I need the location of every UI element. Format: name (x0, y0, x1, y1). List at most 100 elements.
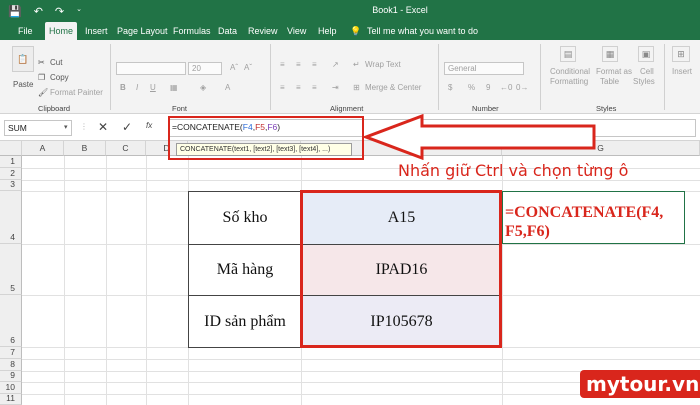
row-header[interactable]: 6 (0, 295, 22, 347)
decrease-decimal-icon[interactable]: 0→ (516, 83, 528, 92)
tab-formulas[interactable]: Formulas (169, 22, 215, 40)
increase-decimal-icon[interactable]: ←0 (500, 83, 512, 92)
copy-button[interactable]: Copy (50, 73, 69, 82)
enter-icon[interactable]: ✓ (122, 120, 132, 134)
tell-me-box[interactable]: Tell me what you want to do (367, 22, 478, 40)
insert-function-icon[interactable]: fx (146, 121, 152, 130)
gridline (146, 156, 147, 405)
font-size-select[interactable]: 20 (188, 62, 222, 75)
column-header-a[interactable]: A (22, 141, 64, 156)
separator (540, 44, 541, 110)
arrow-annotation (362, 114, 596, 160)
italic-button[interactable]: I (136, 83, 138, 92)
insert-cells-button[interactable]: Insert (672, 67, 692, 76)
instruction-annotation: Nhấn giữ Ctrl và chọn từng ô (398, 161, 629, 180)
cell-label[interactable]: Cell (640, 67, 654, 76)
borders-icon[interactable]: ▦ (170, 83, 178, 92)
cell-e4[interactable]: Số kho (188, 191, 302, 245)
merge-icon[interactable]: ⊞ (353, 83, 360, 92)
copy-icon[interactable]: ❐ (38, 73, 45, 82)
row-number: 5 (10, 283, 15, 293)
table-label[interactable]: Table (600, 77, 619, 86)
wrap-text-button[interactable]: Wrap Text (365, 60, 401, 69)
format-as-label[interactable]: Format as (596, 67, 632, 76)
ribbon: 📋 Paste ✂ Cut ❐ Copy 🖌 Format Painter Cl… (0, 40, 700, 114)
separator (438, 44, 439, 110)
align-middle-icon[interactable]: ≡ (296, 60, 301, 69)
name-box[interactable]: SUM (4, 120, 72, 136)
tab-file[interactable]: File (14, 22, 37, 40)
cut-icon[interactable]: ✂ (38, 58, 45, 67)
format-painter-icon[interactable]: 🖌 (38, 88, 48, 97)
indent-icon[interactable]: ⇥ (332, 83, 339, 92)
underline-button[interactable]: U (150, 83, 156, 92)
separator (664, 44, 665, 110)
column-header-c[interactable]: C (106, 141, 146, 156)
bold-button[interactable]: B (120, 83, 126, 92)
percent-button[interactable]: % (468, 83, 475, 92)
cell-e6[interactable]: ID sản phẩm (188, 295, 302, 348)
tab-data[interactable]: Data (214, 22, 241, 40)
formatting-label[interactable]: Formatting (550, 77, 588, 86)
row-header[interactable]: 7 (0, 347, 22, 359)
fill-color-icon[interactable]: ◈ (200, 83, 206, 92)
cancel-icon[interactable]: ✕ (98, 120, 108, 134)
ribbon-tabs: File Home Insert Page Layout Formulas Da… (0, 22, 700, 40)
tab-view[interactable]: View (283, 22, 310, 40)
cell-styles-icon[interactable]: ▣ (638, 46, 654, 62)
tooltip-text: CONCATENATE(text1, [text2], [text3], [te… (180, 146, 331, 153)
styles-button-label[interactable]: Styles (633, 77, 655, 86)
drag-handle-icon: ⋮ (80, 122, 88, 131)
row-header[interactable]: 3 (0, 179, 22, 191)
decrease-font-icon[interactable]: Aˇ (244, 63, 252, 72)
font-color-icon[interactable]: A (225, 83, 230, 92)
row-number: 2 (10, 168, 15, 178)
row-header[interactable]: 9 (0, 370, 22, 382)
row-header[interactable]: 5 (0, 244, 22, 295)
align-center-icon[interactable]: ≡ (296, 83, 301, 92)
number-group-label: Number (472, 104, 499, 113)
wrap-text-icon[interactable]: ↵ (353, 60, 360, 69)
row-header[interactable]: 11 (0, 393, 22, 405)
window-title: Book1 - Excel (372, 5, 428, 15)
orientation-icon[interactable]: ↗ (332, 60, 339, 69)
tab-page-layout[interactable]: Page Layout (113, 22, 172, 40)
tab-insert[interactable]: Insert (81, 22, 112, 40)
row-header[interactable]: 4 (0, 191, 22, 244)
currency-button[interactable]: $ (448, 83, 452, 92)
select-all-corner[interactable] (0, 141, 22, 156)
format-as-table-icon[interactable]: ▦ (602, 46, 618, 62)
row-number: 4 (10, 232, 15, 242)
number-format-select[interactable]: General (444, 62, 524, 75)
font-group-label: Font (172, 104, 188, 113)
gridline (64, 156, 65, 405)
comma-button[interactable]: 9 (486, 83, 490, 92)
tab-home[interactable]: Home (45, 22, 78, 40)
cut-button[interactable]: Cut (50, 58, 62, 67)
clipboard-group-label: Clipboard (38, 104, 71, 113)
align-left-icon[interactable]: ≡ (280, 83, 285, 92)
merge-center-button[interactable]: Merge & Center (365, 83, 421, 92)
paste-button[interactable]: Paste (13, 80, 33, 89)
cell-e5[interactable]: Mã hàng (188, 244, 302, 296)
align-bottom-icon[interactable]: ≡ (312, 60, 317, 69)
row-header[interactable]: 1 (0, 156, 22, 168)
format-painter-button[interactable]: Format Painter (50, 88, 103, 97)
paste-icon[interactable]: 📋 (12, 46, 34, 72)
increase-font-icon[interactable]: Aˆ (230, 63, 238, 72)
align-right-icon[interactable]: ≡ (312, 83, 317, 92)
row-number: 7 (10, 347, 15, 357)
tab-help[interactable]: Help (314, 22, 341, 40)
gridline (22, 359, 700, 360)
tab-review[interactable]: Review (244, 22, 282, 40)
font-name-select[interactable] (116, 62, 186, 75)
row-number: 6 (10, 335, 15, 345)
column-header-b[interactable]: B (64, 141, 106, 156)
row-number: 9 (10, 370, 15, 380)
name-box-dropdown-icon[interactable]: ▾ (64, 123, 68, 131)
conditional-label[interactable]: Conditional (550, 67, 590, 76)
insert-cells-icon[interactable]: ⊞ (672, 46, 690, 62)
conditional-formatting-icon[interactable]: ▤ (560, 46, 576, 62)
align-top-icon[interactable]: ≡ (280, 60, 285, 69)
font-size-value: 20 (192, 64, 201, 73)
